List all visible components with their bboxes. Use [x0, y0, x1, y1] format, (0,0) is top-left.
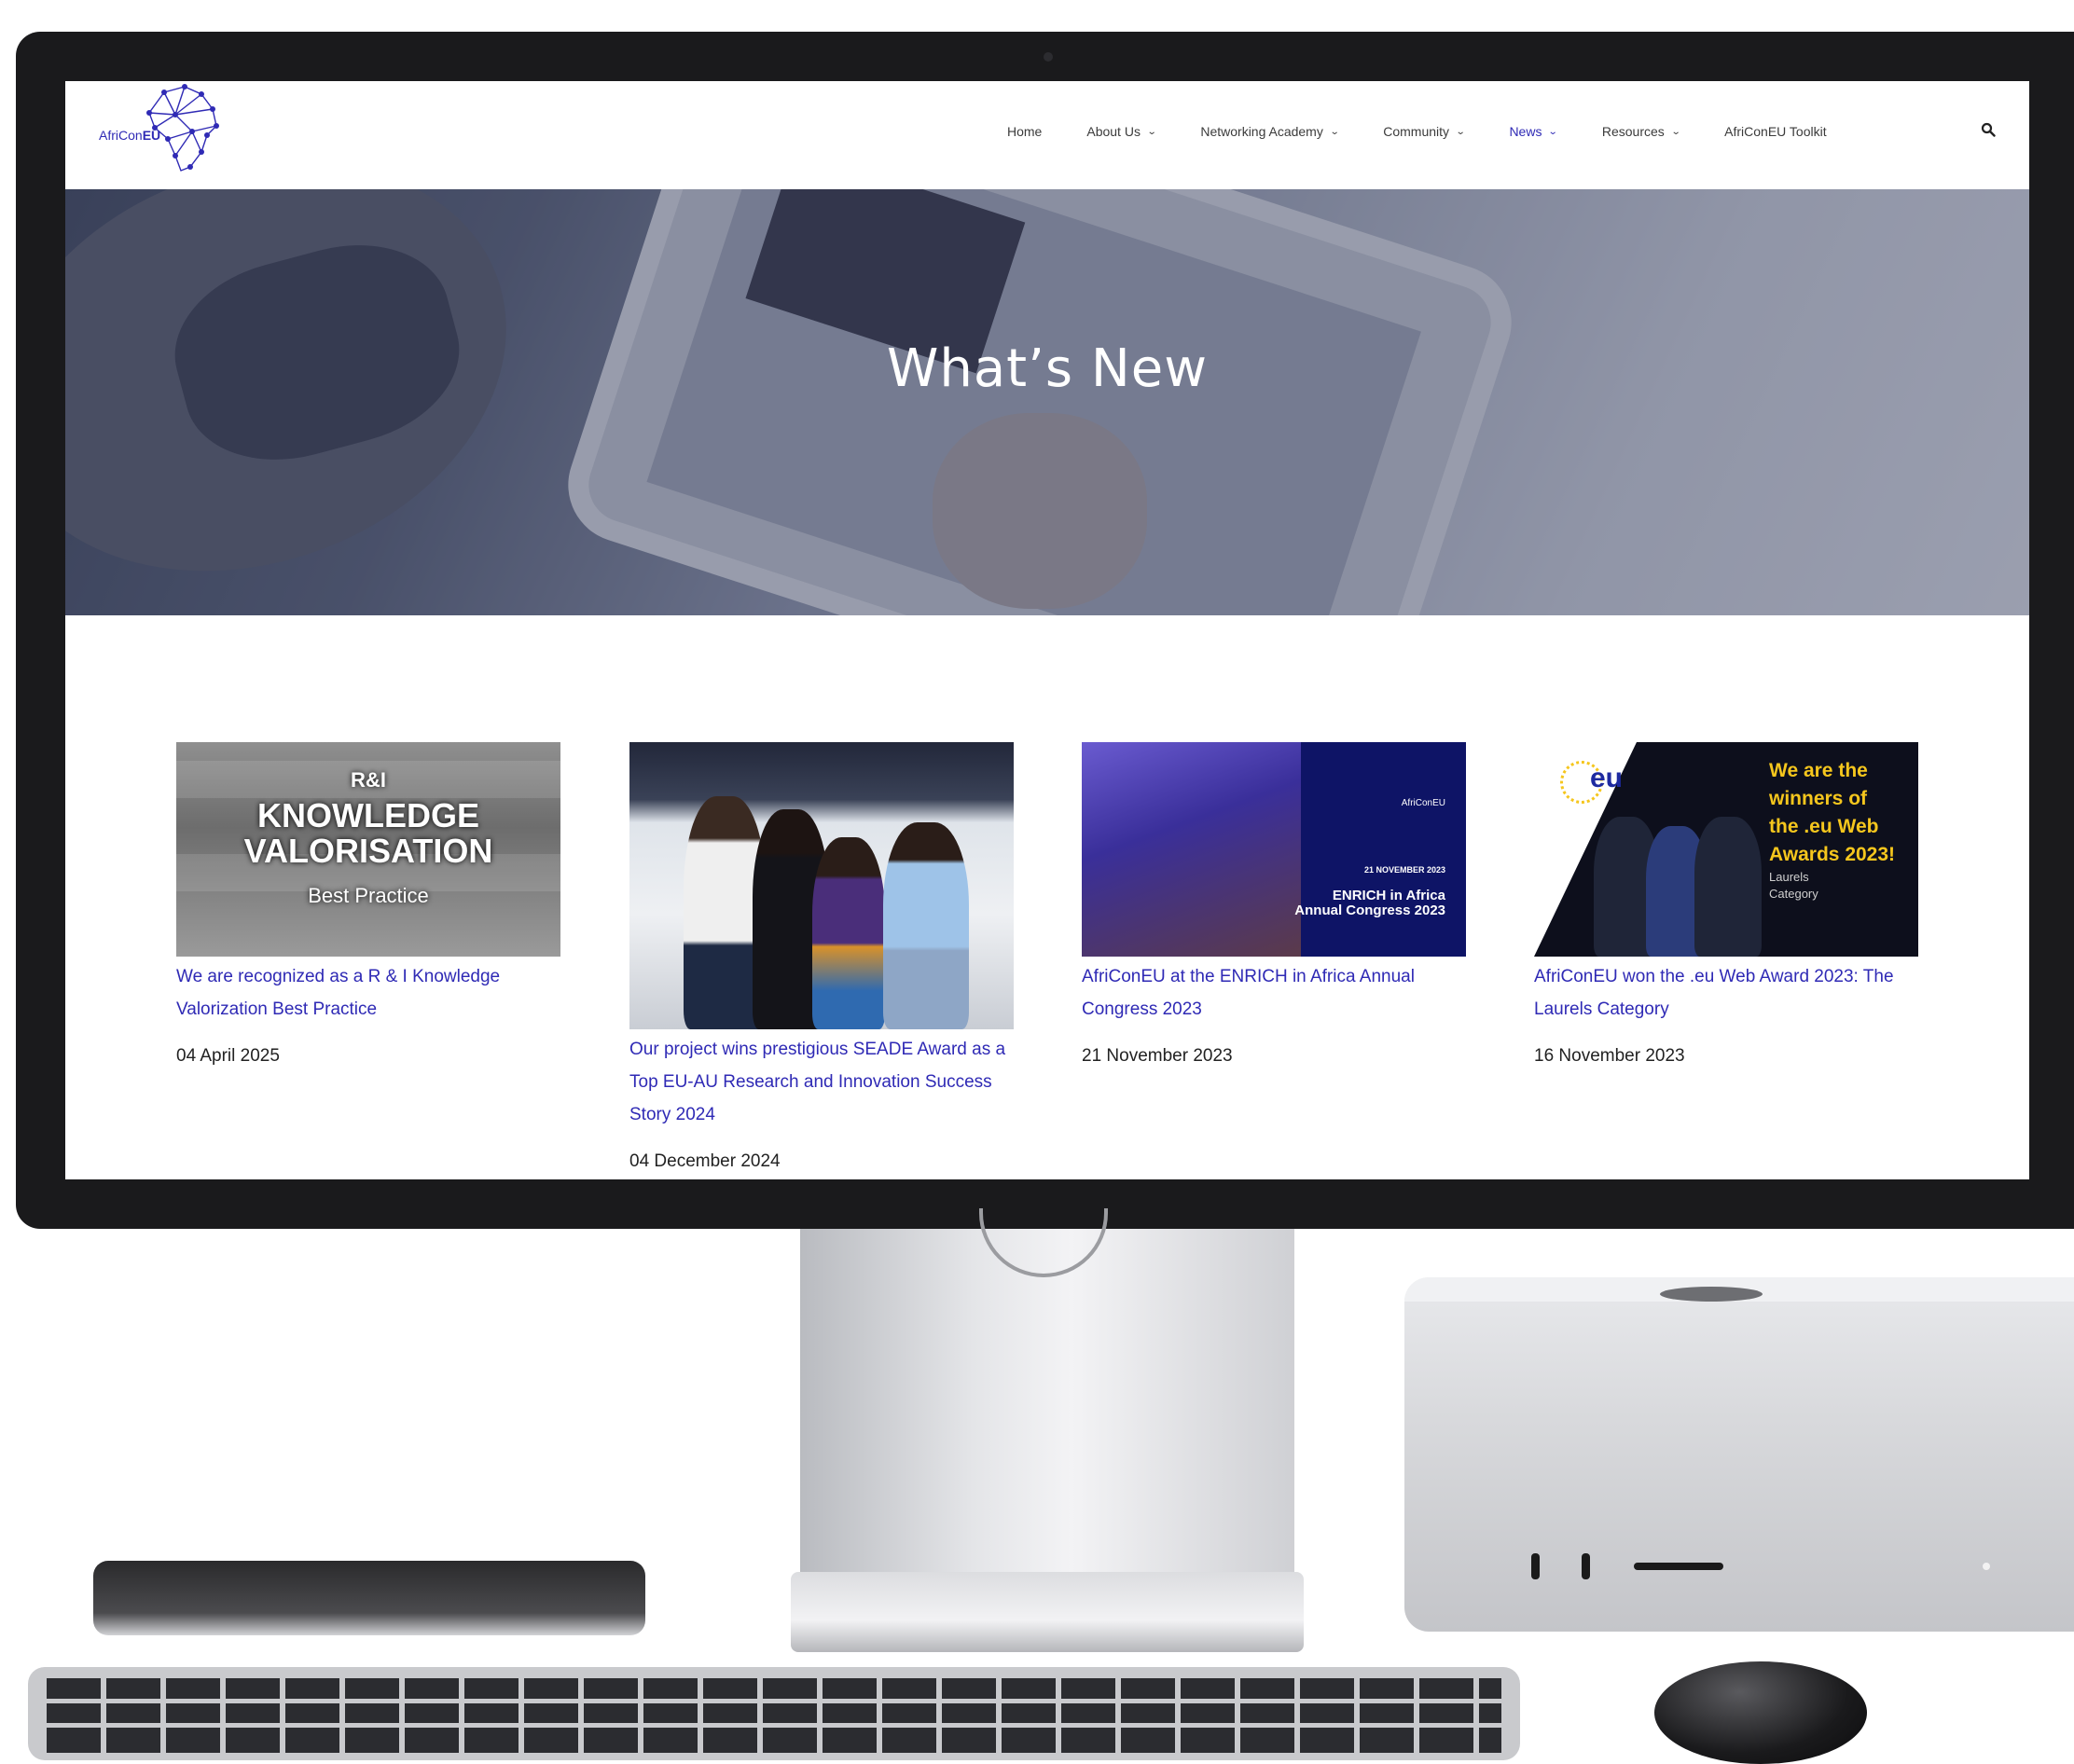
nav-about-us[interactable]: About Us ⌄ — [1086, 124, 1157, 139]
power-led — [1983, 1563, 1990, 1570]
news-date: 04 April 2025 — [176, 1046, 280, 1066]
usb-port — [1531, 1553, 1540, 1579]
site-logo[interactable]: AfriConEU — [99, 81, 229, 174]
chevron-down-icon: ⌄ — [1670, 126, 1681, 137]
nav-networking-academy[interactable]: Networking Academy ⌄ — [1200, 124, 1340, 139]
usb-port — [1582, 1553, 1590, 1579]
news-date: 16 November 2023 — [1534, 1046, 1685, 1066]
chevron-down-icon: ⌄ — [1329, 126, 1340, 137]
monitor-stand-foot — [791, 1572, 1304, 1652]
mouse — [1654, 1661, 1867, 1764]
trackpad — [93, 1561, 645, 1635]
news-date: 04 December 2024 — [629, 1151, 781, 1171]
news-title-link[interactable]: We are recognized as a R & I Knowledge V… — [176, 960, 560, 1026]
news-thumbnail[interactable]: AfriConEU 21 NOVEMBER 2023 ENRICH in Afr… — [1082, 742, 1466, 957]
keyboard-keys — [47, 1678, 1501, 1753]
website-screen: AfriConEU Home About Us ⌄ Networking Aca… — [65, 81, 2029, 1179]
nav-home[interactable]: Home — [1007, 124, 1042, 139]
news-title-link[interactable]: Our project wins prestigious SEADE Award… — [629, 1033, 1014, 1131]
news-card: eu We are the winners of the .eu Web Awa… — [1534, 742, 1918, 1067]
apple-logo-icon — [1660, 1287, 1763, 1302]
mac-studio — [1404, 1277, 2074, 1632]
chevron-down-icon: ⌄ — [1146, 126, 1157, 137]
hero-title: What’s New — [886, 338, 1209, 399]
nav-resources[interactable]: Resources ⌄ — [1602, 124, 1681, 139]
news-card: Our project wins prestigious SEADE Award… — [629, 742, 1014, 1172]
news-title-link[interactable]: AfriConEU won the .eu Web Award 2023: Th… — [1534, 960, 1918, 1026]
chevron-down-icon: ⌄ — [1455, 126, 1466, 137]
africa-network-icon — [146, 84, 219, 172]
nav-community[interactable]: Community ⌄ — [1383, 124, 1466, 139]
main-nav: Home About Us ⌄ Networking Academy ⌄ Commu… — [1007, 124, 1872, 139]
news-thumbnail[interactable]: eu We are the winners of the .eu Web Awa… — [1534, 742, 1918, 957]
monitor: AfriConEU Home About Us ⌄ Networking Aca… — [16, 32, 2074, 1229]
chevron-down-icon: ⌄ — [1548, 126, 1559, 137]
news-thumbnail[interactable]: R&I KNOWLEDGE VALORISATION Best Practice — [176, 742, 560, 957]
news-title-link[interactable]: AfriConEU at the ENRICH in Africa Annual… — [1082, 960, 1466, 1026]
sd-card-slot — [1634, 1563, 1723, 1570]
hero-banner: What’s New — [65, 189, 2029, 615]
nav-toolkit[interactable]: AfriConEU Toolkit — [1724, 124, 1826, 139]
news-card: R&I KNOWLEDGE VALORISATION Best Practice… — [176, 742, 560, 1067]
search-button[interactable] — [1981, 122, 1999, 141]
news-date: 21 November 2023 — [1082, 1046, 1233, 1066]
site-header: AfriConEU Home About Us ⌄ Networking Aca… — [65, 81, 2029, 189]
nav-news[interactable]: News ⌄ — [1509, 124, 1559, 139]
camera — [1044, 52, 1053, 62]
monitor-stand-neck — [800, 1229, 1294, 1574]
news-thumbnail[interactable] — [629, 742, 1014, 1029]
search-icon — [1981, 122, 1996, 137]
news-card: AfriConEU 21 NOVEMBER 2023 ENRICH in Afr… — [1082, 742, 1466, 1067]
